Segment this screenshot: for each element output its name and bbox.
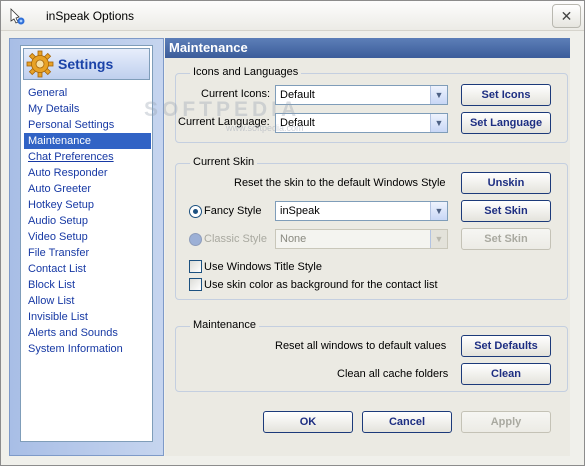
sidebar: Settings General My Details Personal Set… <box>20 45 153 442</box>
sidebar-item-auto-greeter[interactable]: Auto Greeter <box>24 181 151 197</box>
sidebar-item-video-setup[interactable]: Video Setup <box>24 229 151 245</box>
sidebar-item-contact-list[interactable]: Contact List <box>24 261 151 277</box>
windows-title-style-label: Use Windows Title Style <box>204 261 322 273</box>
sidebar-item-chat-preferences[interactable]: Chat Preferences <box>24 149 151 165</box>
sidebar-item-file-transfer[interactable]: File Transfer <box>24 245 151 261</box>
maintenance-panel: Icons and Languages Current Icons: Defau… <box>165 58 570 456</box>
clean-cache-text: Clean all cache folders <box>337 368 449 380</box>
chevron-down-icon: ▼ <box>430 114 447 132</box>
current-icons-label: Current Icons: <box>201 88 271 100</box>
windows-title-style-checkbox[interactable] <box>189 260 202 273</box>
sidebar-item-hotkey-setup[interactable]: Hotkey Setup <box>24 197 151 213</box>
gear-icon <box>26 50 54 78</box>
skin-color-background-checkbox[interactable] <box>189 278 202 291</box>
current-language-select[interactable]: Default ▼ <box>275 113 448 133</box>
fancy-style-label: Fancy Style <box>204 205 262 217</box>
fancy-style-radio[interactable] <box>189 205 202 218</box>
sidebar-item-system-information[interactable]: System Information <box>24 341 151 357</box>
skin-color-background-label: Use skin color as background for the con… <box>204 279 438 291</box>
sidebar-panel: Settings General My Details Personal Set… <box>9 38 164 456</box>
close-button[interactable]: ✕ <box>552 4 581 28</box>
current-icons-value: Default <box>280 89 315 101</box>
icons-languages-group-title: Icons and Languages <box>190 66 302 78</box>
sidebar-item-general[interactable]: General <box>24 85 151 101</box>
apply-button[interactable]: Apply <box>461 411 551 433</box>
set-language-button[interactable]: Set Language <box>461 112 551 134</box>
sidebar-item-invisible-list[interactable]: Invisible List <box>24 309 151 325</box>
chevron-down-icon: ▼ <box>430 230 447 248</box>
page-title: Maintenance <box>165 38 570 58</box>
window-title: inSpeak Options <box>46 9 135 23</box>
fancy-style-select[interactable]: inSpeak ▼ <box>275 201 448 221</box>
set-defaults-button[interactable]: Set Defaults <box>461 335 551 357</box>
current-language-label: Current Language: <box>178 116 270 128</box>
settings-header: Settings <box>23 48 150 80</box>
classic-style-label: Classic Style <box>204 233 267 245</box>
sidebar-nav: General My Details Personal Settings Mai… <box>24 85 151 357</box>
chevron-down-icon: ▼ <box>430 86 447 104</box>
sidebar-item-auto-responder[interactable]: Auto Responder <box>24 165 151 181</box>
set-icons-button[interactable]: Set Icons <box>461 84 551 106</box>
sidebar-item-block-list[interactable]: Block List <box>24 277 151 293</box>
classic-style-radio[interactable] <box>189 233 202 246</box>
sidebar-item-allow-list[interactable]: Allow List <box>24 293 151 309</box>
sidebar-item-maintenance[interactable]: Maintenance <box>24 133 151 149</box>
classic-style-select[interactable]: None ▼ <box>275 229 448 249</box>
app-icon <box>10 8 25 25</box>
set-classic-skin-button[interactable]: Set Skin <box>461 228 551 250</box>
sidebar-item-personal-settings[interactable]: Personal Settings <box>24 117 151 133</box>
fancy-style-value: inSpeak <box>280 205 320 217</box>
options-window: inSpeak Options ✕ Settings General My De… <box>0 0 585 466</box>
sidebar-item-alerts-and-sounds[interactable]: Alerts and Sounds <box>24 325 151 341</box>
reset-windows-text: Reset all windows to default values <box>275 340 447 352</box>
unskin-button[interactable]: Unskin <box>461 172 551 194</box>
ok-button[interactable]: OK <box>263 411 353 433</box>
settings-title: Settings <box>58 56 114 72</box>
current-language-value: Default <box>280 117 315 129</box>
sidebar-item-my-details[interactable]: My Details <box>24 101 151 117</box>
current-icons-select[interactable]: Default ▼ <box>275 85 448 105</box>
clean-button[interactable]: Clean <box>461 363 551 385</box>
classic-style-value: None <box>280 233 307 245</box>
title-bar[interactable]: inSpeak Options ✕ <box>1 1 584 31</box>
maintenance-group-title: Maintenance <box>190 319 259 331</box>
chevron-down-icon: ▼ <box>430 202 447 220</box>
sidebar-item-audio-setup[interactable]: Audio Setup <box>24 213 151 229</box>
reset-skin-text: Reset the skin to the default Windows St… <box>234 177 446 189</box>
current-skin-group-title: Current Skin <box>190 156 258 168</box>
close-icon: ✕ <box>560 8 573 24</box>
set-fancy-skin-button[interactable]: Set Skin <box>461 200 551 222</box>
cancel-button[interactable]: Cancel <box>362 411 452 433</box>
